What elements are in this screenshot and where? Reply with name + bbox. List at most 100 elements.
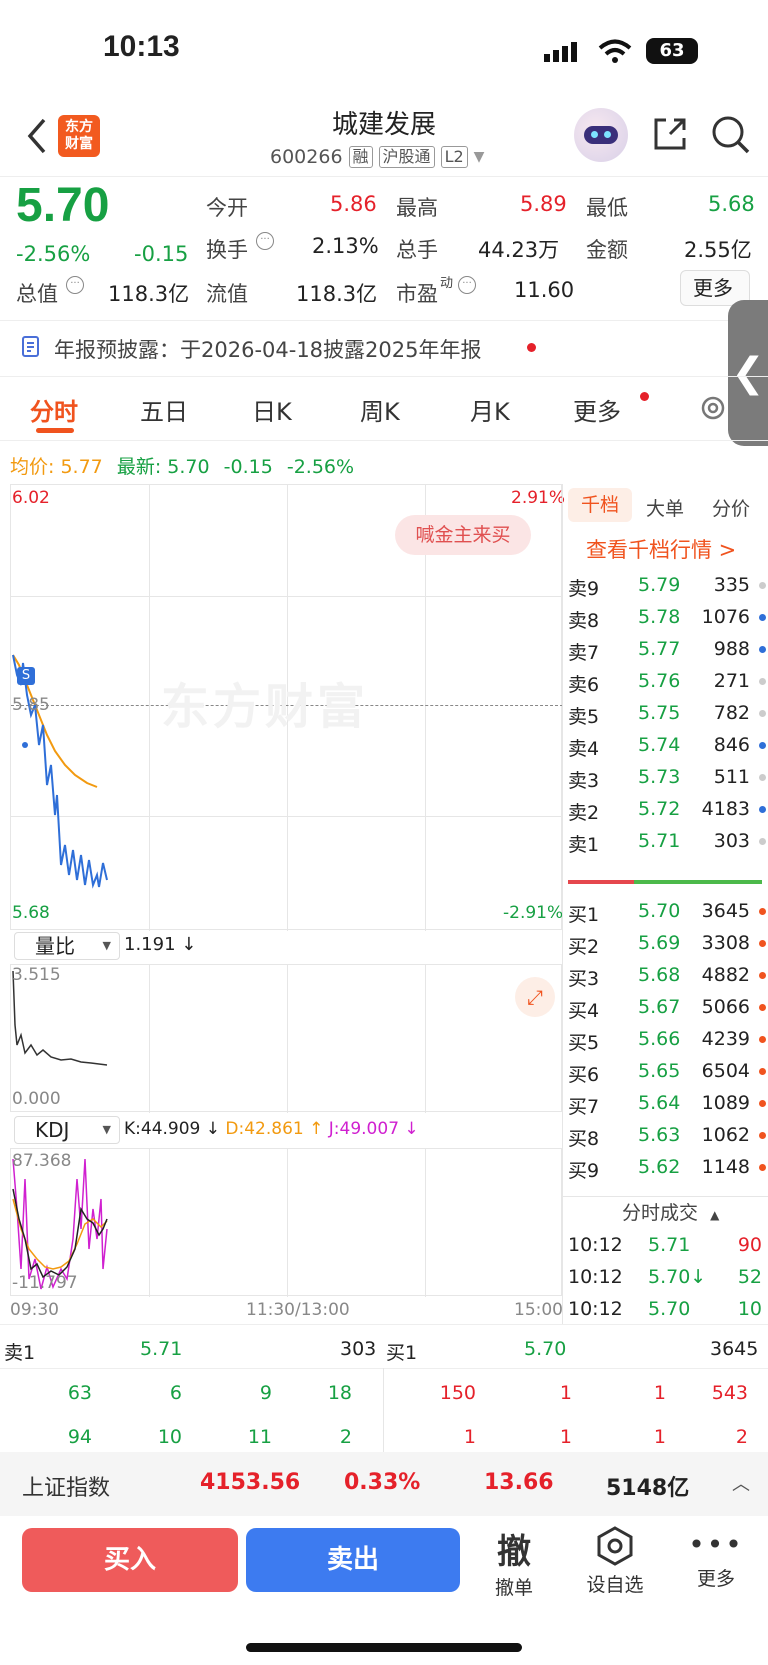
volume-dot xyxy=(759,742,766,749)
cancel-label: 撤单 xyxy=(494,1577,533,1599)
tab-daily-k[interactable]: 日K xyxy=(252,392,292,427)
sells-row[interactable]: 卖7 5.77 988 xyxy=(568,632,768,666)
queue-sell-cell: 9 xyxy=(259,1382,272,1404)
sells-label: 卖5 xyxy=(568,706,600,728)
sells-row[interactable]: 卖9 5.79 335 xyxy=(568,568,768,602)
chart-top-price: 6.02 xyxy=(12,488,50,508)
last-price: 5.70 xyxy=(16,179,110,232)
mktcap-label: 总值 xyxy=(16,282,58,306)
info-icon[interactable]: ··· xyxy=(256,232,274,250)
ob-tab-thousand[interactable]: 千档 xyxy=(568,488,632,522)
trade-vol: 90 xyxy=(737,1234,762,1256)
sells-row[interactable]: 卖2 5.72 4183 xyxy=(568,792,768,826)
ob-tab-price[interactable]: 分价 xyxy=(712,494,768,521)
sells-vol: 782 xyxy=(713,702,750,724)
volume-dot xyxy=(759,646,766,653)
buys-row[interactable]: 买6 5.65 6504 xyxy=(568,1054,768,1088)
pe-value: 11.60 xyxy=(514,278,575,302)
cancel-order-button[interactable]: 撤 撤单 xyxy=(484,1524,544,1600)
buys-row[interactable]: 买7 5.64 1089 xyxy=(568,1086,768,1120)
volratio-line xyxy=(12,970,108,1066)
ob-tab-bigorder[interactable]: 大单 xyxy=(646,494,684,521)
promo-button[interactable]: 喊金主来买 xyxy=(395,515,531,555)
intraday-chart[interactable]: 东方财富 S 6.02 2.91% 5.85 5.68 -2.91% 喊金主来买 xyxy=(10,484,565,931)
tab-five-day[interactable]: 五日 xyxy=(140,392,188,427)
queue-buy-cell: 1 xyxy=(463,1426,476,1448)
sells-row[interactable]: 卖8 5.78 1076 xyxy=(568,600,768,634)
tag-level2: L2 xyxy=(440,146,468,168)
trade-time: 10:12 xyxy=(568,1234,623,1256)
queue-sell-label: 卖1 xyxy=(4,1342,36,1364)
queue-buy-cell: 1 xyxy=(653,1426,666,1448)
sells-row[interactable]: 卖1 5.71 303 xyxy=(568,824,768,858)
sells-row[interactable]: 卖5 5.75 782 xyxy=(568,696,768,730)
buys-row[interactable]: 买9 5.62 1148 xyxy=(568,1150,768,1184)
add-watchlist-button[interactable]: 设自选 xyxy=(580,1526,650,1597)
volume-dot xyxy=(759,1068,766,1075)
share-icon[interactable] xyxy=(650,114,690,158)
sells-row[interactable]: 卖3 5.73 511 xyxy=(568,760,768,794)
assistant-avatar[interactable] xyxy=(574,108,628,162)
notice-dot xyxy=(527,343,536,352)
expand-icon[interactable]: ⤢ xyxy=(515,977,555,1017)
buys-price: 5.65 xyxy=(638,1060,681,1082)
tab-weekly-k[interactable]: 周K xyxy=(360,392,400,427)
stock-code-line[interactable]: 600266 融 沪股通 L2 ▼ xyxy=(270,146,484,168)
sells-price: 5.72 xyxy=(638,798,681,820)
sells-label: 卖7 xyxy=(568,642,600,664)
buys-label: 买8 xyxy=(568,1128,600,1150)
sells-vol: 511 xyxy=(713,766,750,788)
tab-monthly-k[interactable]: 月K xyxy=(470,392,510,427)
tab-more[interactable]: 更多 xyxy=(573,392,621,427)
queue-sell-cell: 2 xyxy=(339,1426,352,1448)
volratio-chart[interactable]: 3.515 0.000 ⤢ xyxy=(10,964,562,1113)
side-drawer-handle[interactable]: ❮ xyxy=(728,300,768,446)
buys-row[interactable]: 买3 5.68 4882 xyxy=(568,958,768,992)
buys-row[interactable]: 买5 5.66 4239 xyxy=(568,1022,768,1056)
index-chg: 13.66 xyxy=(484,1470,554,1495)
sells-row[interactable]: 卖4 5.74 846 xyxy=(568,728,768,762)
volume-dot xyxy=(759,710,766,717)
time-axis-end: 15:00 xyxy=(514,1300,563,1320)
volume-dot xyxy=(759,1036,766,1043)
info-icon[interactable]: ··· xyxy=(458,276,476,294)
buys-label: 买6 xyxy=(568,1064,600,1086)
trades-title[interactable]: 分时成交 ▲ xyxy=(622,1198,719,1225)
notice-text[interactable]: 年报预披露：于2026-04-18披露2025年年报 xyxy=(54,334,481,364)
info-icon[interactable]: ··· xyxy=(66,276,84,294)
trade-marker[interactable]: S xyxy=(17,667,35,685)
tab-intraday[interactable]: 分时 xyxy=(30,392,78,427)
buys-row[interactable]: 买4 5.67 5066 xyxy=(568,990,768,1024)
sells-label: 卖1 xyxy=(568,834,600,856)
tab-active-indicator xyxy=(36,428,74,433)
buys-row[interactable]: 买2 5.69 3308 xyxy=(568,926,768,960)
sells-price: 5.77 xyxy=(638,638,681,660)
buys-row[interactable]: 买8 5.63 1062 xyxy=(568,1118,768,1152)
volratio-selector[interactable]: 量比 ▼ xyxy=(14,932,120,960)
search-icon[interactable] xyxy=(710,114,752,160)
volume-label: 总手 xyxy=(396,238,438,262)
buys-label: 买2 xyxy=(568,936,600,958)
turnover-value: 2.13% xyxy=(312,234,379,258)
sell-button[interactable]: 卖出 xyxy=(246,1528,460,1592)
gear-icon[interactable] xyxy=(697,392,729,428)
ob-link[interactable]: 查看千档行情 > xyxy=(586,534,736,564)
queue-buy-vol: 3645 xyxy=(710,1338,759,1360)
volratio-value: 1.191 ↓ xyxy=(124,934,197,955)
queue-buy-label: 买1 xyxy=(386,1342,418,1364)
chevron-up-icon[interactable]: ︿ xyxy=(732,1470,750,1496)
buys-vol: 5066 xyxy=(701,996,750,1018)
buys-row[interactable]: 买1 5.70 3645 xyxy=(568,894,768,928)
ob-split-bar xyxy=(568,880,762,884)
kdj-k: K:44.909 ↓ xyxy=(124,1119,221,1139)
sells-row[interactable]: 卖6 5.76 271 xyxy=(568,664,768,698)
index-bar[interactable]: 上证指数 4153.56 0.33% 13.66 5148亿 ︿ xyxy=(0,1452,768,1516)
buys-vol: 1148 xyxy=(701,1156,750,1178)
trade-time: 10:12 xyxy=(568,1298,623,1320)
open-label: 今开 xyxy=(206,196,248,220)
kdj-chart[interactable]: 87.368 -11.797 xyxy=(10,1148,562,1297)
kdj-selector[interactable]: KDJ ▼ xyxy=(14,1116,120,1144)
trade-price: 5.71 xyxy=(648,1234,691,1256)
more-button[interactable]: ••• 更多 xyxy=(686,1530,746,1591)
buy-button[interactable]: 买入 xyxy=(22,1528,238,1592)
